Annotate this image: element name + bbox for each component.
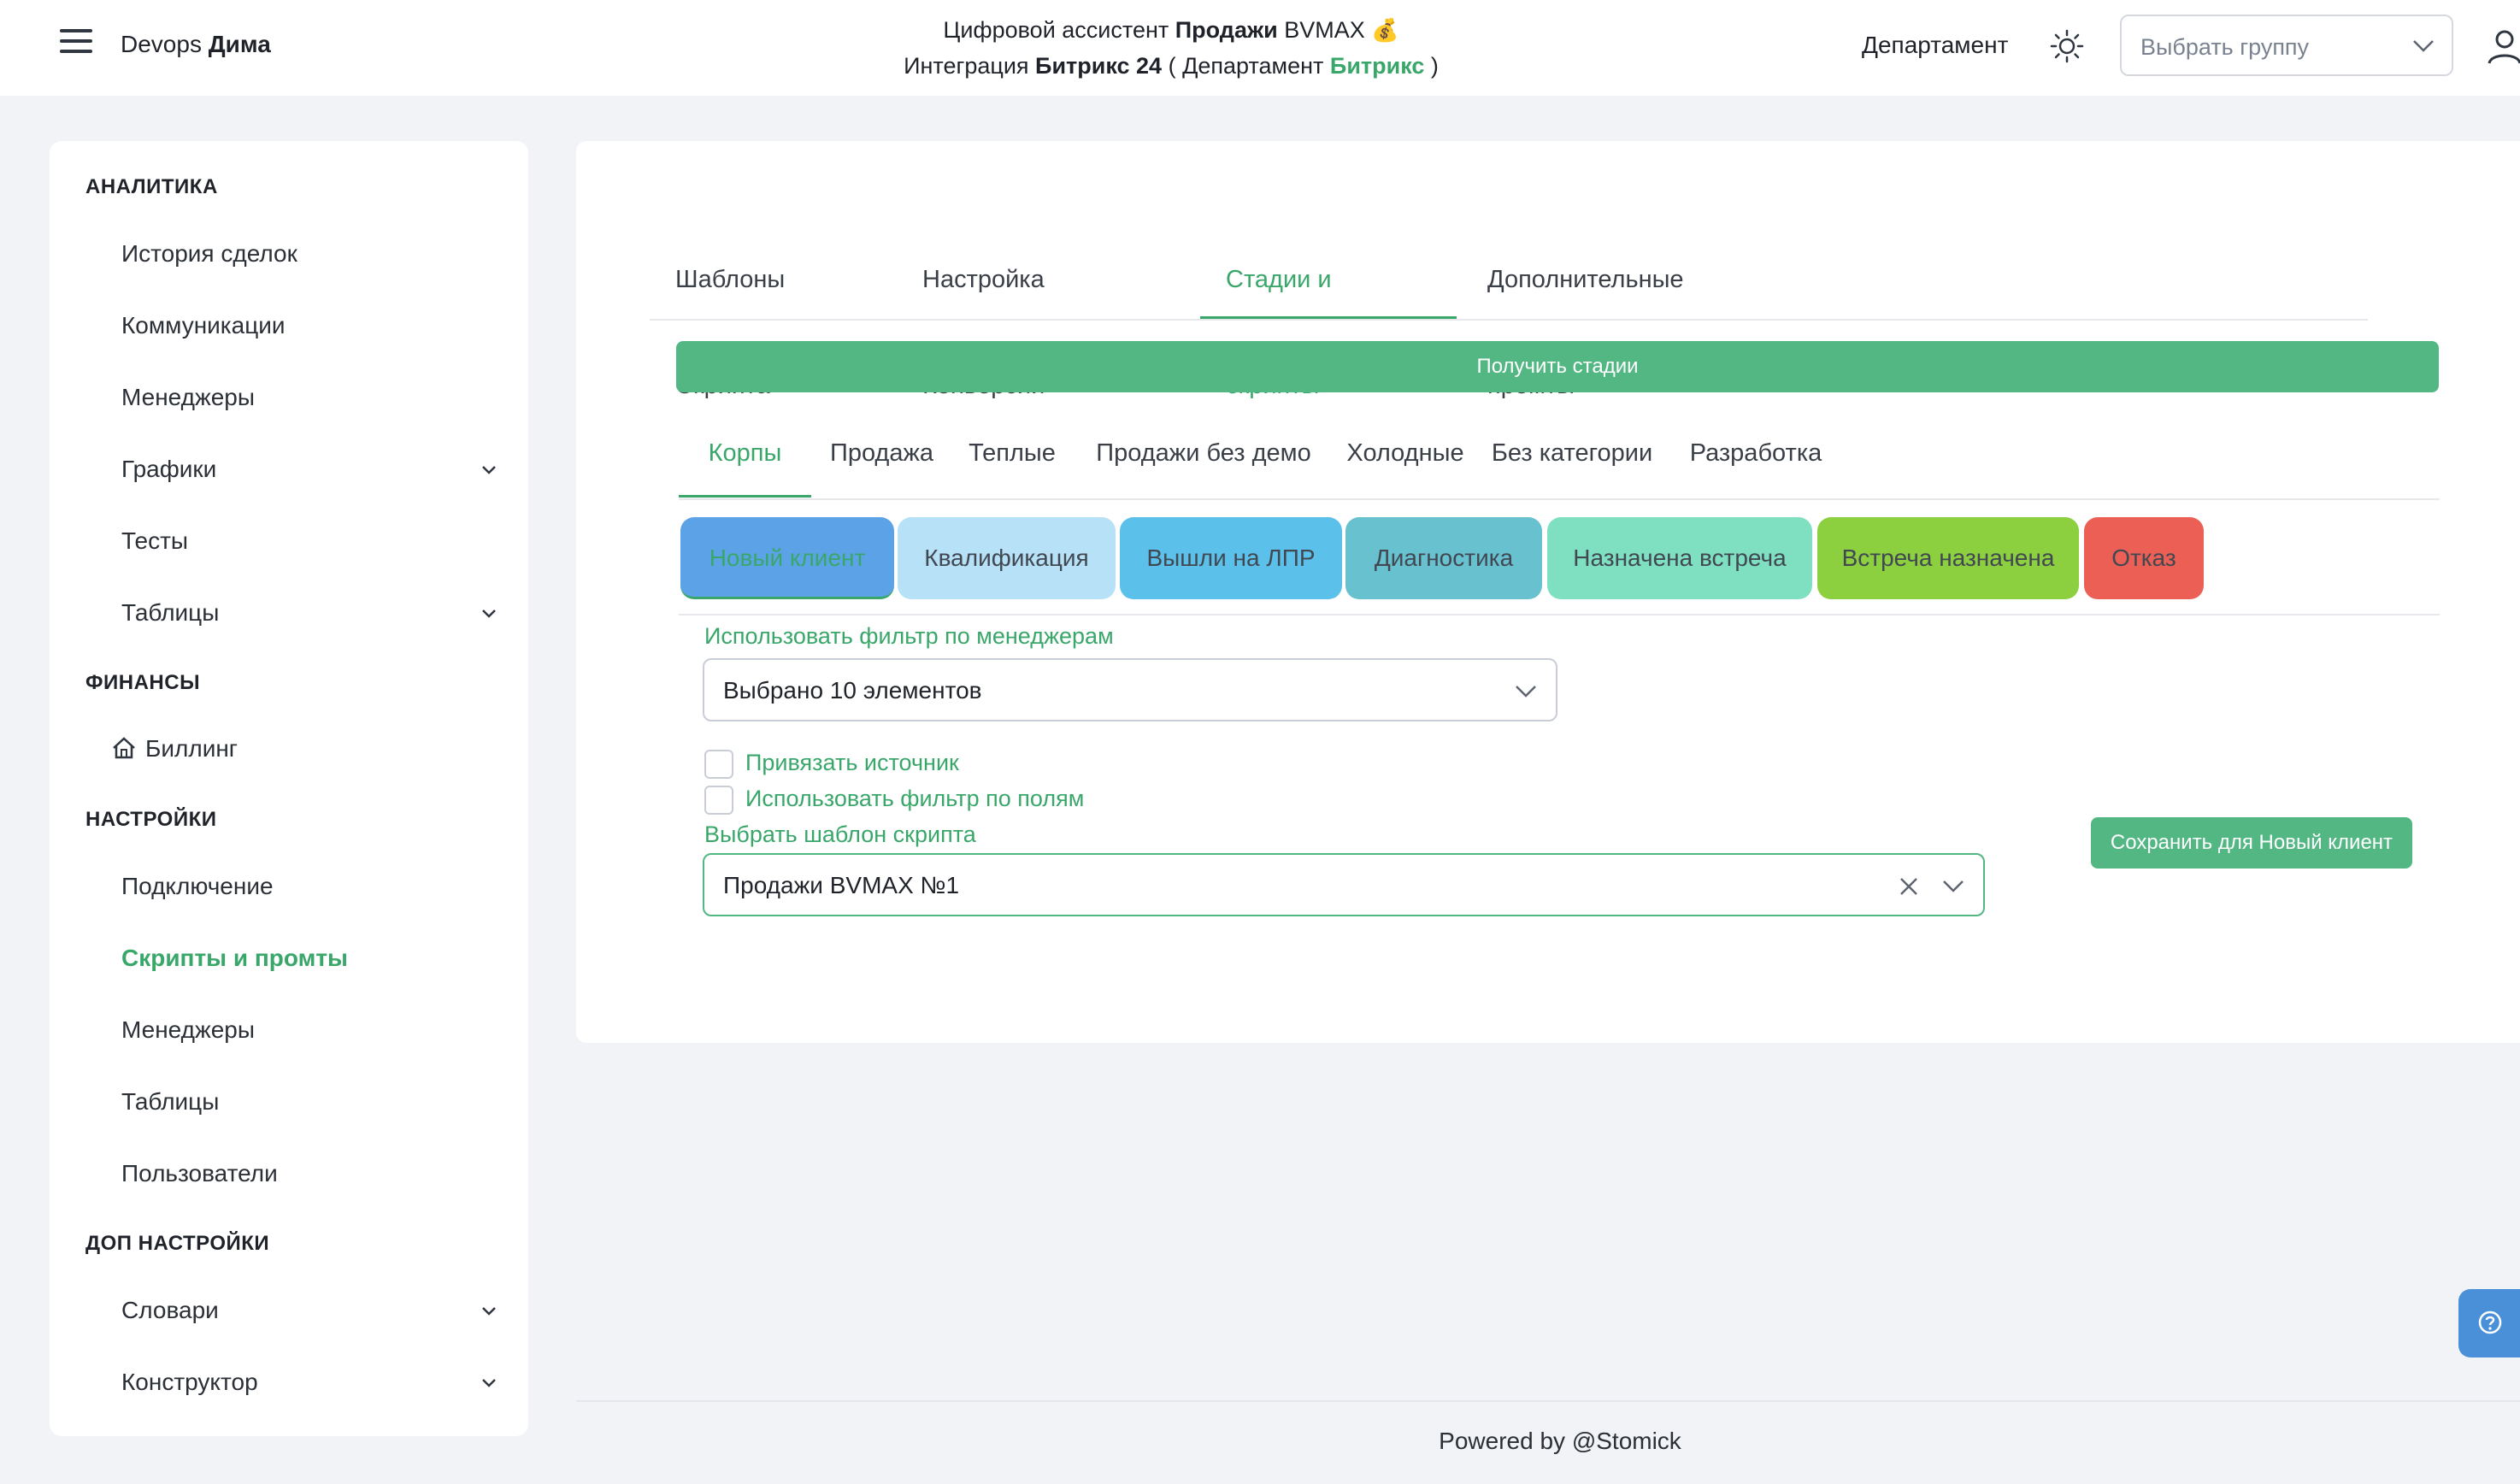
category-tab-warm[interactable]: Теплые (952, 402, 1072, 498)
stage-diagnostics[interactable]: Диагностика (1345, 517, 1542, 599)
manager-filter-select[interactable]: Выбрано 10 элементов (703, 658, 1557, 721)
script-template-label: Выбрать шаблон скрипта (704, 822, 976, 847)
tab-stages-scripts[interactable]: Стадии и скрипты (1200, 227, 1457, 399)
sidebar-item-scripts-prompts[interactable]: Скрипты и промты (121, 945, 498, 982)
chevron-down-icon (1943, 880, 1964, 892)
hamburger-menu-icon[interactable] (60, 29, 97, 63)
footer-divider (576, 1400, 2520, 1402)
get-stages-button[interactable]: Получить стадии (676, 341, 2439, 392)
assistant-title: Цифровой ассистент Продажи BVMAX 💰 Интег… (769, 12, 1573, 84)
chevron-down-icon (482, 466, 496, 474)
sidebar: АНАЛИТИКА История сделок Коммуникации Ме… (50, 141, 528, 1436)
chevron-down-icon (2413, 40, 2434, 52)
group-select-placeholder: Выбрать группу (2140, 34, 2310, 60)
user-prefix: Devops (121, 31, 202, 57)
script-template-value: Продажи BVMAX №1 (723, 872, 960, 898)
sidebar-item-communications[interactable]: Коммуникации (121, 312, 498, 350)
manager-filter-value: Выбрано 10 элементов (723, 677, 982, 704)
chevron-down-icon (482, 1307, 496, 1316)
stage-qualification[interactable]: Квалификация (898, 517, 1116, 599)
sidebar-item-connection[interactable]: Подключение (121, 873, 498, 910)
category-tab-no-category[interactable]: Без категории (1479, 402, 1665, 498)
department-label[interactable]: Департамент (1862, 32, 2008, 59)
chevron-down-icon (482, 610, 496, 618)
tab-script-templates[interactable]: Шаблоны Скрипта (650, 227, 893, 399)
user-first-name: Дима (208, 31, 271, 57)
stage-new-client[interactable]: Новый клиент (680, 517, 894, 599)
manager-filter-label: Использовать фильтр по менеджерам (704, 623, 1114, 649)
stage-meeting-set[interactable]: Встреча назначена (1817, 517, 2079, 599)
sidebar-item-charts[interactable]: Графики (121, 456, 498, 493)
sidebar-section-settings: НАСТРОЙКИ (85, 808, 217, 831)
sidebar-item-deal-history[interactable]: История сделок (121, 240, 498, 278)
current-user: Devops Дима (121, 31, 271, 58)
category-tab-sales-no-demo[interactable]: Продажи без демо (1075, 402, 1332, 498)
category-tab-development[interactable]: Разработка (1670, 402, 1841, 498)
main-tabs: Шаблоны Скрипта Настройка Конверсии Стад… (650, 227, 2368, 399)
sidebar-item-users[interactable]: Пользователи (121, 1160, 498, 1198)
sidebar-item-managers-settings[interactable]: Менеджеры (121, 1016, 498, 1054)
category-tab-cold[interactable]: Холодные (1337, 402, 1474, 498)
user-profile-icon[interactable] (2484, 26, 2520, 67)
group-select[interactable]: Выбрать группу (2120, 15, 2453, 76)
field-filter-checkbox[interactable] (704, 786, 733, 815)
bind-source-checkbox[interactable] (704, 750, 733, 779)
clear-icon[interactable] (1898, 875, 1920, 898)
field-filter-label[interactable]: Использовать фильтр по полям (745, 786, 1084, 812)
bind-source-label[interactable]: Привязать источник (745, 750, 959, 776)
money-bag-icon: 💰 (1371, 17, 1399, 43)
title-line-1: Цифровой ассистент Продажи BVMAX 💰 (769, 12, 1573, 48)
chevron-down-icon (482, 1379, 496, 1387)
main-panel: Шаблоны Скрипта Настройка Конверсии Стад… (576, 141, 2520, 1043)
category-tab-sale[interactable]: Продажа (815, 402, 948, 498)
save-stage-button[interactable]: Сохранить для Новый клиент (2091, 817, 2412, 869)
help-button[interactable] (2458, 1289, 2520, 1357)
sidebar-item-managers[interactable]: Менеджеры (121, 384, 498, 421)
top-bar: Devops Дима Цифровой ассистент Продажи B… (0, 0, 2520, 96)
sidebar-section-extra-settings: ДОП НАСТРОЙКИ (85, 1232, 270, 1255)
sidebar-section-finance: ФИНАНСЫ (85, 671, 201, 694)
question-icon (2478, 1310, 2502, 1334)
stage-reached-decision-maker[interactable]: Вышли на ЛПР (1120, 517, 1342, 599)
title-line-2: Интеграция Битрикс 24 ( Департамент Битр… (904, 53, 1439, 79)
tab-additional-prompts[interactable]: Дополнительные промты (1462, 227, 1799, 399)
home-icon (113, 737, 135, 759)
sidebar-item-dictionaries[interactable]: Словари (121, 1297, 498, 1334)
theme-toggle-sun-icon[interactable] (2048, 27, 2086, 65)
sidebar-item-constructor[interactable]: Конструктор (121, 1369, 498, 1406)
sidebar-item-tables[interactable]: Таблицы (121, 599, 498, 637)
category-tabs: Корпы Продажа Теплые Продажи без демо Хо… (679, 402, 2440, 500)
chevron-down-icon (1516, 686, 1536, 698)
stage-meeting-scheduled[interactable]: Назначена встреча (1547, 517, 1812, 599)
footer-text: Powered by @Stomick (1439, 1428, 1681, 1454)
sidebar-section-analytics: АНАЛИТИКА (85, 175, 218, 198)
app-frame: Devops Дима Цифровой ассистент Продажи B… (0, 0, 2520, 1484)
stage-list: Новый клиент Квалификация Вышли на ЛПР Д… (679, 515, 2440, 615)
stage-rejection[interactable]: Отказ (2084, 517, 2204, 599)
sidebar-item-tests[interactable]: Тесты (121, 527, 498, 565)
sidebar-item-billing[interactable]: Биллинг (111, 735, 487, 773)
tab-conversion-settings[interactable]: Настройка Конверсии (897, 227, 1196, 399)
sidebar-item-tables-settings[interactable]: Таблицы (121, 1088, 498, 1126)
category-tab-korpy[interactable]: Корпы (679, 402, 811, 498)
script-template-select[interactable]: Продажи BVMAX №1 (703, 853, 1985, 916)
